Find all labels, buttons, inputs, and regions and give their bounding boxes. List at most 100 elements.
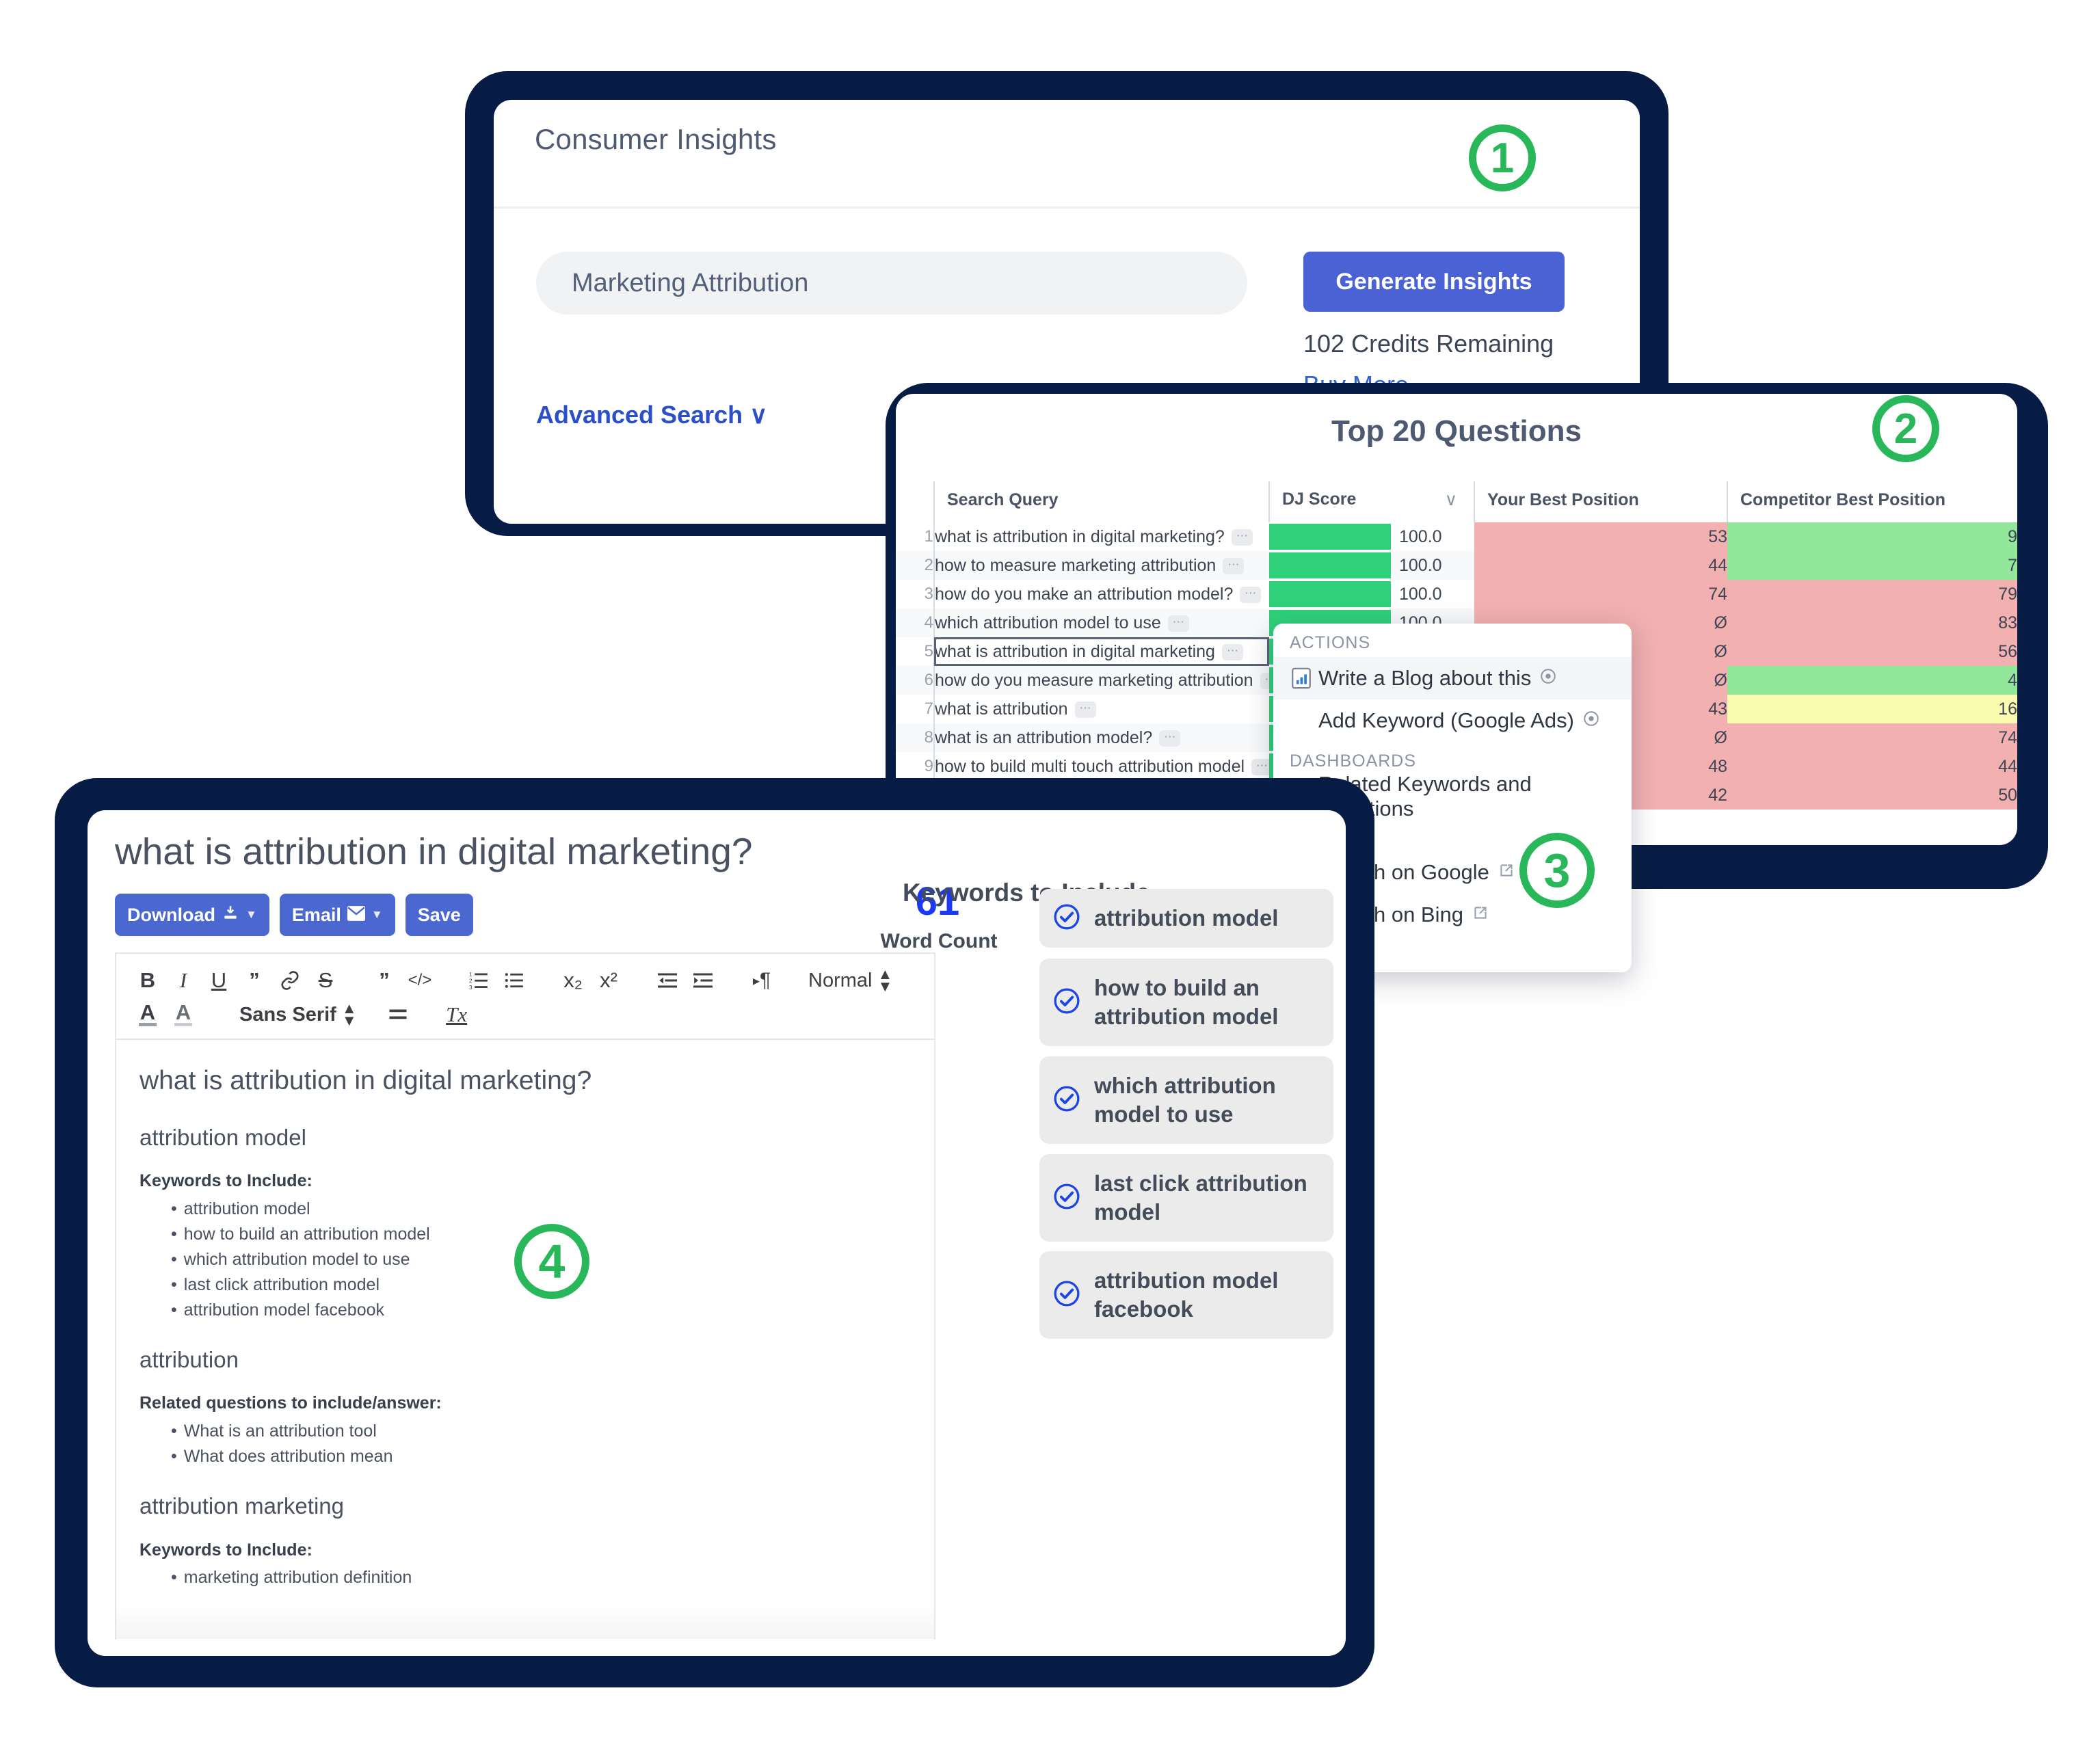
keyword-card-label: last click attribution model <box>1094 1170 1307 1225</box>
cell-search-query[interactable]: how do you make an attribution model? ⋯ <box>933 580 1269 609</box>
advanced-search-toggle[interactable]: Advanced Search ∨ <box>536 401 768 429</box>
bullet-list-icon[interactable] <box>496 964 532 997</box>
check-circle-icon[interactable] <box>1052 1181 1082 1215</box>
superscript-icon[interactable]: x² <box>591 964 626 997</box>
target-icon <box>1539 666 1557 691</box>
ordered-list-icon[interactable]: 123 <box>461 964 496 997</box>
subscript-icon[interactable]: x₂ <box>555 964 591 997</box>
list-item: marketing attribution definition <box>171 1565 911 1590</box>
cell-search-query[interactable]: what is attribution in digital marketing… <box>933 522 1269 551</box>
row-menu-icon[interactable]: ⋯ <box>1159 730 1181 747</box>
cell-search-query[interactable]: how do you measure marketing attribution… <box>933 666 1281 695</box>
row-menu-icon[interactable]: ⋯ <box>1221 643 1243 660</box>
row-menu-icon[interactable]: ⋯ <box>1240 586 1262 603</box>
step-badge-3: 3 <box>1519 833 1595 908</box>
th-search-query[interactable]: Search Query <box>933 481 1269 522</box>
code-block-icon[interactable]: </> <box>402 964 438 997</box>
block-format-stepper-icon[interactable]: ▲ ▼ <box>877 967 892 993</box>
chevron-down-icon: ∨ <box>749 401 768 429</box>
align-icon[interactable] <box>380 998 416 1031</box>
keyword-card[interactable]: last click attribution model <box>1039 1154 1333 1242</box>
chevron-down-icon[interactable]: ▼ <box>371 908 383 922</box>
table-row[interactable]: 2 how to measure marketing attribution ⋯ 10… <box>896 551 2017 580</box>
menu-item-write-blog[interactable]: Write a Blog about this <box>1273 657 1632 699</box>
row-menu-icon[interactable]: ⋯ <box>1231 529 1253 546</box>
check-circle-icon[interactable] <box>1052 1084 1082 1117</box>
download-button[interactable]: Download ▼ <box>115 894 269 936</box>
highlight-color-icon[interactable]: A <box>165 998 201 1031</box>
step-badge-2: 2 <box>1872 395 1939 462</box>
sort-chevron-down-icon[interactable]: ∨ <box>1445 490 1474 510</box>
credits-remaining-label: 102 Credits Remaining <box>1303 330 1554 358</box>
outdent-icon[interactable] <box>650 964 685 997</box>
table-row[interactable]: 1 what is attribution in digital marketin… <box>896 522 2017 551</box>
italic-icon[interactable]: I <box>165 964 201 997</box>
check-circle-icon[interactable] <box>1052 902 1082 935</box>
quote-icon[interactable]: ” <box>367 964 402 997</box>
query-text: what is attribution in digital marketing <box>935 641 1215 661</box>
block-format-select[interactable]: Normal <box>803 970 877 992</box>
list-item: What does attribution mean <box>171 1444 911 1469</box>
search-input[interactable]: Marketing Attribution <box>536 252 1247 315</box>
query-text: what is an attribution model? <box>935 727 1153 747</box>
email-button[interactable]: Email ▼ <box>279 894 395 936</box>
blockquote-icon[interactable]: ” <box>237 964 272 997</box>
editor-action-buttons: Download ▼ Email ▼ Save <box>115 894 473 936</box>
table-row[interactable]: 3 how do you make an attribution model? ⋯ 1… <box>896 580 2017 609</box>
toolbar-row-2: A A Sans Serif ▲ ▼ Tx <box>130 998 920 1032</box>
link-icon[interactable] <box>272 964 308 997</box>
dj-score-bar <box>1269 524 1391 550</box>
cell-search-query[interactable]: what is attribution ⋯ <box>933 695 1269 723</box>
cell-search-query[interactable]: which attribution model to use ⋯ <box>933 609 1269 637</box>
save-button[interactable]: Save <box>405 894 473 936</box>
check-circle-icon[interactable] <box>1052 1279 1082 1312</box>
indent-icon[interactable] <box>685 964 721 997</box>
toolbar-spacer <box>343 964 367 997</box>
dj-score-value: 100.0 <box>1399 584 1442 604</box>
row-menu-icon[interactable]: ⋯ <box>1074 701 1096 718</box>
clear-formatting-icon[interactable]: Tx <box>439 998 475 1031</box>
cell-your-best-position: 74 <box>1474 580 1727 609</box>
dj-score-value: 100.0 <box>1399 526 1442 546</box>
keyword-card[interactable]: attribution model <box>1039 889 1333 948</box>
menu-item-add-keyword[interactable]: Add Keyword (Google Ads) <box>1273 699 1632 742</box>
th-dj-score[interactable]: DJ Score ∨ <box>1268 481 1474 522</box>
cell-search-query[interactable]: how to build multi touch attribution mod… <box>933 752 1273 781</box>
cell-search-query[interactable]: what is attribution in digital marketing… <box>933 637 1269 666</box>
chevron-down-icon[interactable]: ▼ <box>245 908 257 922</box>
editor-document[interactable]: what is attribution in digital marketing… <box>116 1040 934 1590</box>
cell-search-query[interactable]: how to measure marketing attribution ⋯ <box>933 551 1269 580</box>
keyword-card[interactable]: how to build an attribution model <box>1039 959 1333 1046</box>
th-competitor-best-position[interactable]: Competitor Best Position <box>1727 481 2017 522</box>
cell-search-query[interactable]: what is an attribution model? ⋯ <box>933 723 1269 752</box>
keyword-card[interactable]: attribution model facebook <box>1039 1251 1333 1339</box>
font-family-stepper-icon[interactable]: ▲ ▼ <box>342 1001 357 1028</box>
menu-item-label: Add Keyword (Google Ads) <box>1318 708 1574 732</box>
text-color-icon[interactable]: A <box>130 998 165 1031</box>
doc-title: what is attribution in digital marketing… <box>139 1066 592 1095</box>
check-circle-icon[interactable] <box>1052 986 1082 1019</box>
row-menu-icon[interactable]: ⋯ <box>1167 615 1189 632</box>
keyword-card-label: attribution model facebook <box>1094 1267 1279 1322</box>
download-label: Download <box>127 904 215 925</box>
doc-section-list: What is an attribution toolWhat does att… <box>139 1419 911 1469</box>
bold-icon[interactable]: B <box>130 964 165 997</box>
row-number: 2 <box>896 551 934 580</box>
cell-competitor-best-position: 50 <box>1727 781 2017 810</box>
cell-competitor-best-position: 83 <box>1727 609 2017 637</box>
text-direction-icon[interactable]: ▸ ¶ <box>744 964 780 997</box>
generate-insights-button[interactable]: Generate Insights <box>1303 252 1565 312</box>
row-number: 8 <box>896 723 934 752</box>
doc-section-list: marketing attribution definition <box>139 1565 911 1590</box>
strikethrough-icon[interactable]: S <box>308 964 343 997</box>
cell-dj-score: 100.0 <box>1269 551 1474 580</box>
row-menu-icon[interactable]: ⋯ <box>1223 557 1245 574</box>
keyword-card[interactable]: which attribution model to use <box>1039 1056 1333 1144</box>
cell-competitor-best-position: 74 <box>1727 723 2017 752</box>
query-text: which attribution model to use <box>935 613 1161 632</box>
th-your-best-position[interactable]: Your Best Position <box>1474 481 1727 522</box>
keyword-card-label: how to build an attribution model <box>1094 974 1279 1029</box>
font-family-select[interactable]: Sans Serif <box>224 1004 342 1026</box>
toolbar-spacer <box>357 998 380 1031</box>
underline-icon[interactable]: U <box>201 964 237 997</box>
